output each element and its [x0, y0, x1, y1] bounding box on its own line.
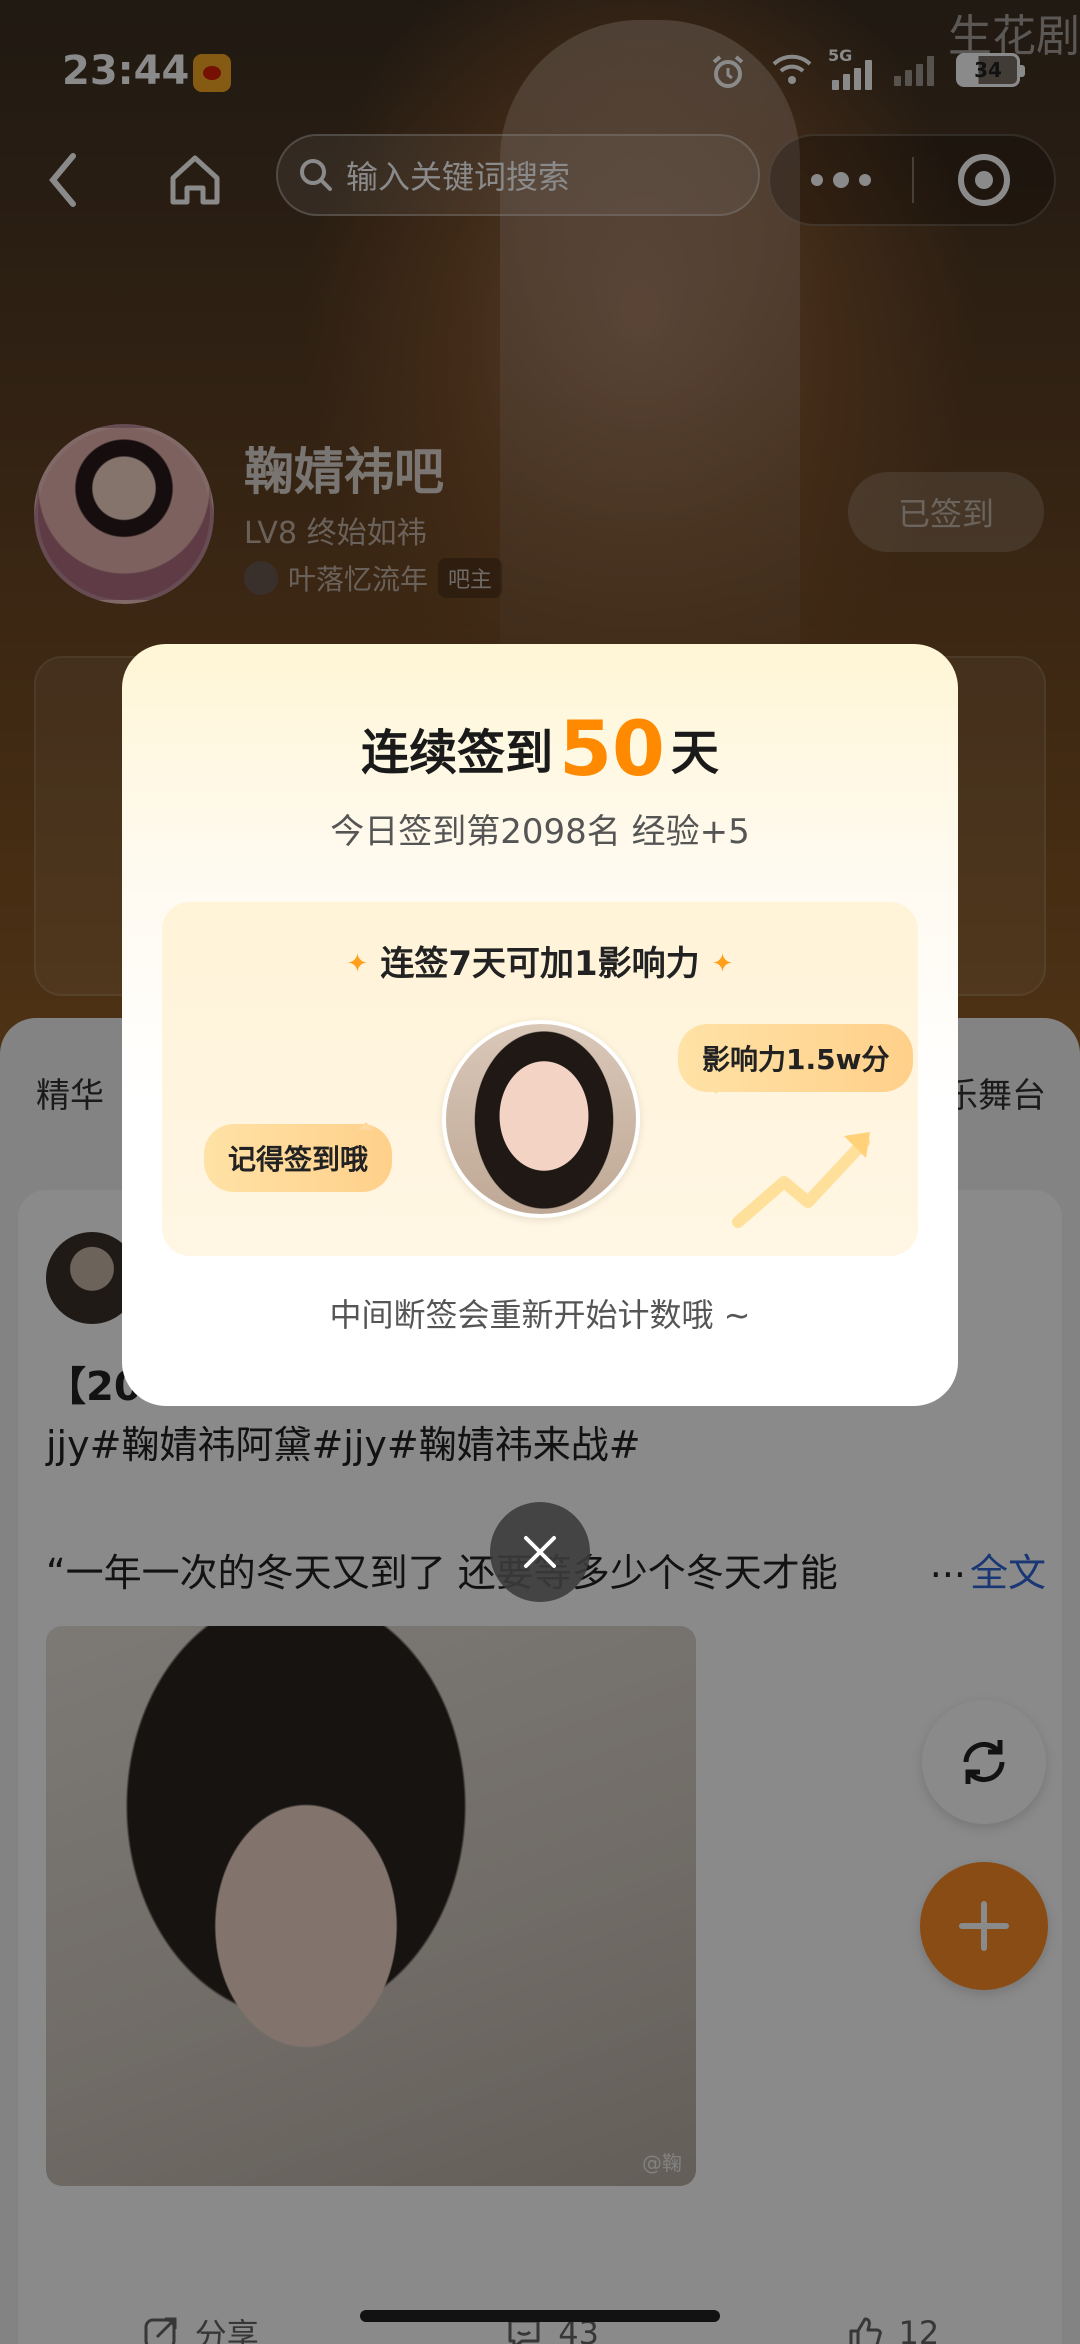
- close-icon: [524, 1536, 556, 1568]
- dialog-subtitle: 今日签到第2098名 经验+5: [330, 812, 750, 852]
- streak-days: 50: [559, 704, 665, 793]
- user-avatar: [442, 1020, 640, 1218]
- sparkle-icon: ✦: [711, 949, 734, 979]
- reminder-bubble: 记得签到哦: [204, 1122, 393, 1192]
- influence-bubble: 影响力1.5w分: [678, 1024, 914, 1094]
- reward-heading: ✦ 连签7天可加1影响力 ✦: [346, 944, 734, 984]
- trend-arrow-icon: [732, 1132, 870, 1228]
- checkin-success-dialog: 连续签到50 天 今日签到第2098名 经验+5 ✦ 连签7天可加1影响力 ✦ 记得签…: [122, 644, 958, 1406]
- dialog-footer-note: 中间断签会重新开始计数哦 ~: [329, 1296, 751, 1334]
- reward-panel: ✦ 连签7天可加1影响力 ✦ 记得签到哦 影响力1.5w分: [162, 902, 918, 1256]
- dialog-title: 连续签到50 天: [361, 704, 719, 793]
- close-dialog-button[interactable]: [490, 1502, 590, 1602]
- sparkle-icon: ✦: [346, 949, 369, 979]
